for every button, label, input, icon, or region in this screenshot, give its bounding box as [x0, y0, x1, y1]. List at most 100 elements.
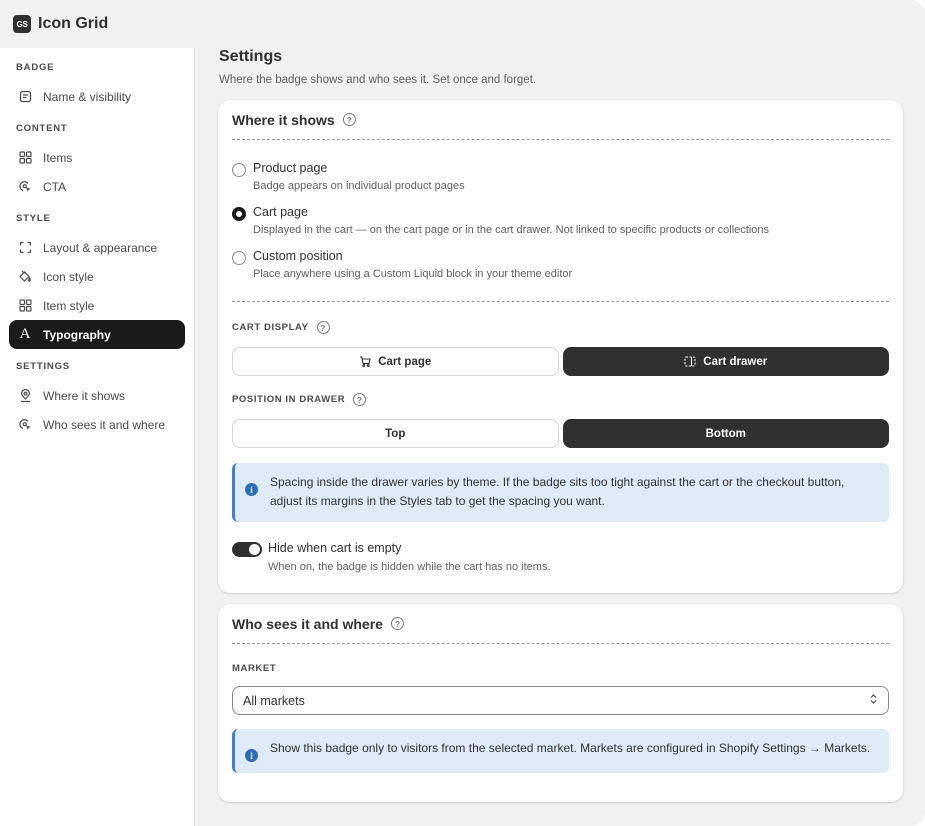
app-window: GS Icon Grid BADGE Name & visibility CON… [0, 0, 925, 826]
sidebar-item-label: CTA [43, 179, 67, 194]
toggle-text: Hide when cart is empty When on, the bad… [268, 541, 551, 573]
position-heading: POSITION IN DRAWER ? [232, 393, 889, 406]
position-top-option[interactable]: Top [232, 419, 559, 448]
segment-label: Cart drawer [703, 355, 768, 368]
card-header: Where it shows ? [232, 100, 889, 140]
sidebar-item-label: Item style [43, 298, 95, 313]
cart-icon [359, 356, 371, 367]
radio-label: Product page [253, 161, 328, 175]
radio-custom-position[interactable]: Custom position Place anywhere using a C… [232, 249, 889, 280]
market-select[interactable]: All markets [232, 686, 889, 715]
radio-text: Custom position Place anywhere using a C… [253, 249, 572, 280]
sidebar-item-label: Icon style [43, 269, 94, 284]
sidebar-item-who-sees-it[interactable]: Who sees it and where [9, 410, 185, 439]
info-icon: i [245, 749, 258, 762]
page-title: Settings [219, 48, 283, 65]
sidebar-item-where-it-shows[interactable]: Where it shows [9, 381, 185, 410]
who-sees-it-card: Who sees it and where ? MARKET All marke… [218, 604, 903, 802]
radio-text: Product page Badge appears on individual… [253, 161, 465, 192]
sidebar-section-badge: BADGE Name & visibility [0, 58, 194, 111]
radio-button[interactable] [232, 163, 246, 177]
toggle-label: Hide when cart is empty [268, 541, 402, 555]
cursor-target-icon [18, 418, 32, 432]
sidebar-item-items[interactable]: Items [9, 143, 185, 172]
help-icon[interactable]: ? [390, 617, 404, 630]
toggle-knob [249, 544, 260, 555]
app-logo: GS [13, 15, 31, 33]
radio-text: Cart page Displayed in the cart — on the… [253, 205, 769, 236]
where-it-shows-card: Where it shows ? Product page Badge appe… [218, 100, 903, 593]
radio-help-text: Displayed in the cart — on the cart page… [253, 224, 770, 236]
grid-icon [18, 151, 32, 165]
note-icon [18, 90, 32, 104]
main-content: Settings Where the badge shows and who s… [195, 48, 925, 826]
info-banner: i Spacing inside the drawer varies by th… [232, 463, 889, 522]
radio-button[interactable] [232, 251, 246, 265]
sidebar-item-label: Name & visibility [43, 89, 132, 104]
card-title: Who sees it and where [232, 615, 383, 632]
cursor-target-icon [18, 180, 32, 194]
help-icon[interactable]: ? [342, 113, 356, 126]
sidebar-item-label: Items [43, 150, 73, 165]
market-select-value: All markets [243, 693, 305, 708]
sidebar-item-label: Layout & appearance [43, 240, 158, 255]
position-segmented-control: Top Bottom [232, 419, 889, 448]
sidebar-heading: STYLE [16, 213, 51, 224]
grid-icon [18, 299, 32, 313]
info-icon: i [245, 483, 258, 496]
cart-display-segmented-control: Cart page Cart drawer [232, 347, 889, 376]
help-icon[interactable]: ? [316, 321, 330, 334]
radio-product-page[interactable]: Product page Badge appears on individual… [232, 161, 889, 192]
sidebar-item-item-style[interactable]: Item style [9, 291, 185, 320]
chevron-up-down-icon [869, 693, 878, 708]
sidebar-item-name-visibility[interactable]: Name & visibility [9, 82, 185, 111]
app-title: Icon Grid [38, 15, 109, 32]
sidebar-item-layout-appearance[interactable]: Layout & appearance [9, 233, 185, 262]
sidebar-heading: SETTINGS [16, 361, 70, 372]
frame-icon [18, 241, 32, 255]
drawer-icon [684, 356, 696, 367]
sidebar-section-content: CONTENT Items CTA [0, 119, 194, 201]
banner-text: Spacing inside the drawer varies by them… [270, 475, 845, 508]
sidebar-section-settings: SETTINGS Where it shows Who sees it and … [0, 357, 194, 439]
page-subtitle: Where the badge shows and who sees it. S… [219, 74, 537, 86]
sidebar-item-typography[interactable]: A Typography [9, 320, 185, 349]
toggle-help-text: When on, the badge is hidden while the c… [268, 561, 551, 573]
cart-page-option[interactable]: Cart page [232, 347, 559, 376]
card-header: Who sees it and where ? [232, 604, 889, 644]
banner-text: Show this badge only to visitors from th… [270, 741, 871, 755]
radio-help-text: Badge appears on individual product page… [253, 180, 465, 192]
cart-display-heading: CART DISPLAY ? [232, 321, 889, 334]
position-label: POSITION IN DRAWER [232, 394, 346, 405]
radio-cart-page[interactable]: Cart page Displayed in the cart — on the… [232, 205, 889, 236]
sidebar-item-cta[interactable]: CTA [9, 172, 185, 201]
card-title: Where it shows [232, 111, 335, 128]
radio-label: Custom position [253, 249, 343, 263]
segment-label: Top [385, 427, 406, 440]
paint-bucket-icon [18, 270, 32, 284]
placement-radio-group: Product page Badge appears on individual… [232, 140, 889, 280]
typography-icon: A [19, 326, 31, 342]
sidebar-item-label: Where it shows [43, 388, 126, 403]
cart-display-label: CART DISPLAY [232, 322, 309, 333]
cart-drawer-option[interactable]: Cart drawer [562, 347, 889, 376]
radio-label: Cart page [253, 205, 308, 219]
sidebar: BADGE Name & visibility CONTENT Items CT… [0, 48, 195, 826]
market-heading: MARKET [232, 663, 277, 674]
top-bar: GS Icon Grid [0, 0, 925, 48]
hide-when-empty-toggle[interactable] [232, 542, 262, 557]
segment-label: Cart page [378, 355, 432, 368]
info-banner: i Show this badge only to visitors from … [232, 729, 889, 773]
location-pin-icon [18, 388, 32, 403]
sidebar-heading: CONTENT [16, 123, 68, 134]
sidebar-item-icon-style[interactable]: Icon style [9, 262, 185, 291]
hide-when-empty-row: Hide when cart is empty When on, the bad… [232, 541, 889, 573]
sidebar-heading: BADGE [16, 62, 55, 73]
sidebar-item-label: Who sees it and where [43, 417, 166, 432]
radio-help-text: Place anywhere using a Custom Liquid blo… [253, 268, 573, 280]
position-bottom-option[interactable]: Bottom [562, 419, 889, 448]
sidebar-section-style: STYLE Layout & appearance Icon style Ite… [0, 209, 194, 349]
sidebar-item-label: Typography [43, 327, 111, 342]
help-icon[interactable]: ? [353, 393, 367, 406]
radio-button-checked[interactable] [232, 207, 246, 221]
